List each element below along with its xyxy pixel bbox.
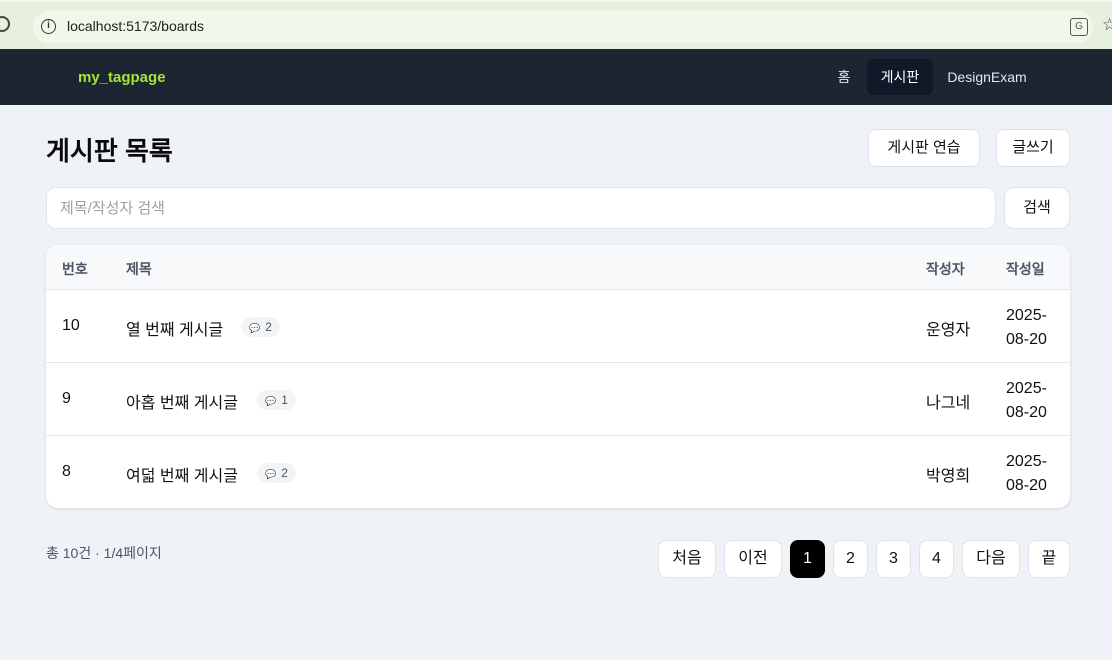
column-header-author: 작성자 bbox=[926, 261, 965, 277]
post-number: 8 bbox=[62, 463, 71, 480]
column-header-number: 번호 bbox=[62, 261, 88, 277]
browser-toolbar: i localhost:5173/boards G ☆ bbox=[0, 0, 1112, 49]
comment-count-badge: 💬 2 bbox=[241, 317, 280, 337]
post-author: 박영희 bbox=[926, 468, 971, 485]
comment-icon: 💬 bbox=[265, 396, 277, 406]
post-date: 2025-08-20 bbox=[1006, 307, 1047, 348]
nav-board[interactable]: 게시판 bbox=[867, 59, 933, 95]
page-button-4[interactable]: 4 bbox=[919, 540, 954, 578]
board-practice-button[interactable]: 게시판 연습 bbox=[868, 129, 980, 167]
post-author: 운영자 bbox=[926, 322, 971, 339]
post-number: 10 bbox=[62, 317, 80, 334]
brand-logo[interactable]: my_tagpage bbox=[78, 69, 166, 86]
post-author: 나그네 bbox=[926, 395, 971, 412]
comment-count: 2 bbox=[265, 320, 272, 334]
comment-count-badge: 💬 2 bbox=[257, 463, 296, 483]
post-number: 9 bbox=[62, 390, 71, 407]
search-input[interactable] bbox=[46, 187, 996, 229]
pagination-summary: 총 10건 · 1/4페이지 bbox=[46, 545, 162, 561]
app-navbar: my_tagpage 홈 게시판 DesignExam bbox=[0, 49, 1112, 105]
table-row[interactable]: 10 열 번째 게시글 💬 2 운영자 2025-08-20 bbox=[46, 290, 1070, 363]
post-title-link[interactable]: 열 번째 게시글 bbox=[126, 316, 223, 340]
page-title: 게시판 목록 bbox=[46, 136, 173, 166]
star-icon[interactable]: ☆ bbox=[1102, 15, 1112, 35]
table-header: 번호 제목 작성자 작성일 bbox=[46, 245, 1070, 290]
post-title-link[interactable]: 여덟 번째 게시글 bbox=[126, 462, 238, 486]
column-header-date: 작성일 bbox=[1006, 261, 1045, 277]
table-row[interactable]: 9 아홉 번째 게시글 💬 1 나그네 2025-08-20 bbox=[46, 363, 1070, 436]
column-header-title: 제목 bbox=[126, 261, 152, 277]
comment-count: 2 bbox=[281, 466, 288, 480]
comment-count-badge: 💬 1 bbox=[257, 390, 296, 410]
post-date: 2025-08-20 bbox=[1006, 453, 1047, 494]
page-next-button[interactable]: 다음 bbox=[962, 540, 1020, 578]
url-text[interactable]: localhost:5173/boards bbox=[67, 18, 204, 34]
reload-icon[interactable] bbox=[0, 16, 10, 32]
nav-design-exam[interactable]: DesignExam bbox=[940, 59, 1034, 95]
post-date: 2025-08-20 bbox=[1006, 380, 1047, 421]
search-button[interactable]: 검색 bbox=[1004, 187, 1070, 229]
comment-icon: 💬 bbox=[265, 469, 277, 479]
nav-home[interactable]: 홈 bbox=[829, 59, 859, 95]
write-button[interactable]: 글쓰기 bbox=[996, 129, 1070, 167]
board-table: 번호 제목 작성자 작성일 10 열 번째 게시글 💬 2 운영자 2025-08… bbox=[46, 245, 1070, 508]
page-last-button[interactable]: 끝 bbox=[1028, 540, 1070, 578]
page-button-1[interactable]: 1 bbox=[790, 540, 825, 578]
page-button-3[interactable]: 3 bbox=[876, 540, 911, 578]
page-first-button[interactable]: 처음 bbox=[658, 540, 716, 578]
page-prev-button[interactable]: 이전 bbox=[724, 540, 782, 578]
post-title-link[interactable]: 아홉 번째 게시글 bbox=[126, 389, 238, 413]
page-button-2[interactable]: 2 bbox=[833, 540, 868, 578]
info-icon[interactable]: i bbox=[41, 19, 56, 34]
comment-count: 1 bbox=[281, 393, 288, 407]
table-row[interactable]: 8 여덟 번째 게시글 💬 2 박영희 2025-08-20 bbox=[46, 436, 1070, 508]
translate-icon[interactable]: G bbox=[1070, 18, 1088, 36]
comment-icon: 💬 bbox=[249, 323, 261, 333]
